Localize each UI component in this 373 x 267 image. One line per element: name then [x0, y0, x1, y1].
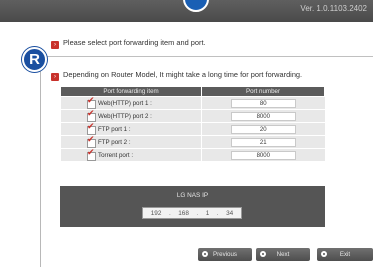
arrow-icon: ›	[51, 41, 59, 49]
ip-separator: .	[216, 209, 219, 217]
arrow-icon: ›	[51, 73, 59, 81]
left-guide-line	[40, 64, 41, 267]
item-label: FTP port 1 :	[98, 125, 131, 133]
port-cell: 80	[201, 96, 325, 110]
ip-octet-3: 1	[205, 209, 210, 217]
ftp-port-1-checkbox[interactable]	[87, 122, 96, 135]
item-cell: Web(HTTP) port 2 :	[60, 109, 202, 123]
version-label: Ver. 1.0.1103.2402	[300, 4, 367, 13]
bullet-icon	[260, 251, 266, 257]
torrent-port-checkbox[interactable]	[87, 148, 96, 161]
top-logo-circle	[183, 0, 209, 12]
port-cell: 8000	[201, 109, 325, 123]
router-note: › Depending on Router Model, It might tak…	[51, 70, 302, 81]
previous-button-label: Previous	[212, 251, 238, 258]
bullet-icon	[321, 251, 327, 257]
ip-octet-2: 168	[178, 209, 189, 217]
column-header-item: Port forwarding item	[60, 86, 202, 97]
nas-ip-field[interactable]: 192 . 168 . 1 . 34	[142, 207, 242, 219]
column-header-port: Port number	[201, 86, 325, 97]
ip-separator: .	[168, 209, 171, 217]
exit-button[interactable]: Exit	[317, 248, 373, 261]
ftp-port-2-checkbox[interactable]	[87, 135, 96, 148]
ftp-port-2-input[interactable]: 21	[230, 137, 296, 147]
web-port-2-input[interactable]: 8000	[230, 111, 296, 121]
ip-octet-4: 34	[226, 209, 234, 217]
ftp-port-1-input[interactable]: 20	[230, 124, 296, 134]
port-cell: 21	[201, 135, 325, 149]
next-button-label: Next	[276, 251, 290, 258]
item-label: Web(HTTP) port 1 :	[98, 99, 152, 107]
exit-button-label: Exit	[339, 251, 351, 258]
table-row: FTP port 1 : 20	[60, 122, 325, 136]
torrent-port-input[interactable]: 8000	[230, 150, 296, 160]
item-label: FTP port 2 :	[98, 138, 131, 146]
nas-ip-title: LG NAS IP	[176, 192, 209, 199]
port-cell: 8000	[201, 148, 325, 162]
ip-octet-1: 192	[150, 209, 162, 217]
web-port-2-checkbox[interactable]	[87, 109, 96, 122]
item-cell: Web(HTTP) port 1 :	[60, 96, 202, 110]
port-forwarding-table: Port forwarding item Port number Web(HTT…	[60, 86, 325, 162]
section-divider	[42, 56, 373, 57]
item-label: Torrent port :	[98, 151, 134, 159]
select-instruction-text: Please select port forwarding item and p…	[63, 38, 206, 47]
web-port-1-input[interactable]: 80	[230, 98, 296, 108]
router-badge: R	[22, 47, 47, 72]
select-instruction: › Please select port forwarding item and …	[51, 38, 206, 49]
table-row: Torrent port : 8000	[60, 148, 325, 162]
item-cell: FTP port 2 :	[60, 135, 202, 149]
table-row: Web(HTTP) port 1 : 80	[60, 96, 325, 110]
ip-separator: .	[196, 209, 199, 217]
web-port-1-checkbox[interactable]	[87, 96, 96, 109]
bullet-icon	[202, 251, 208, 257]
previous-button[interactable]: Previous	[198, 248, 252, 261]
table-row: FTP port 2 : 21	[60, 135, 325, 149]
router-note-text: Depending on Router Model, It might take…	[63, 70, 303, 79]
top-bar: Ver. 1.0.1103.2402	[0, 0, 373, 22]
item-cell: FTP port 1 :	[60, 122, 202, 136]
item-label: Web(HTTP) port 2 :	[98, 112, 152, 120]
nas-ip-panel: LG NAS IP 192 . 168 . 1 . 34	[60, 186, 325, 227]
port-cell: 20	[201, 122, 325, 136]
item-cell: Torrent port :	[60, 148, 202, 162]
table-row: Web(HTTP) port 2 : 8000	[60, 109, 325, 123]
next-button[interactable]: Next	[256, 248, 310, 261]
